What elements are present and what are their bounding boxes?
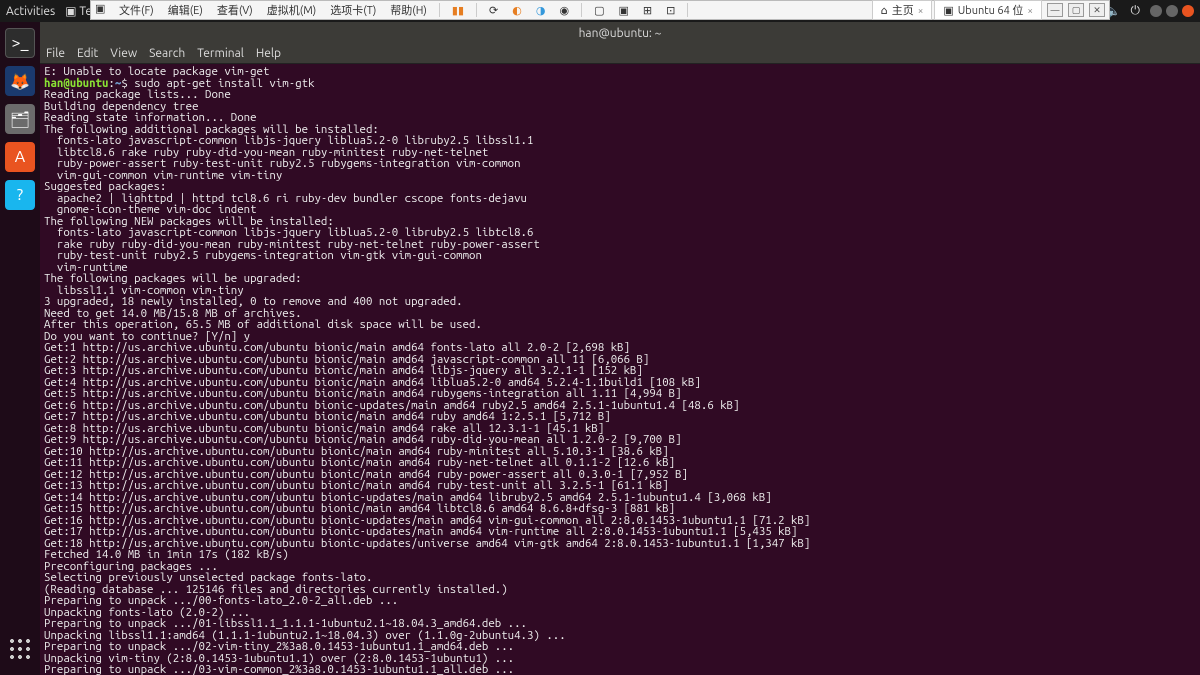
- dock-app-software[interactable]: A: [5, 142, 35, 172]
- vm-tab-label: 主页: [892, 2, 914, 18]
- vm-pause-icon[interactable]: ▮▮: [446, 4, 470, 17]
- vm-menu-view[interactable]: 查看(V): [211, 2, 259, 18]
- separator: [581, 3, 582, 17]
- vm-menu-file[interactable]: 文件(F): [113, 2, 160, 18]
- terminal-line: The following packages will be upgraded:: [44, 273, 1196, 285]
- terminal-line: Preparing to unpack .../01-libssl1.1_1.1…: [44, 618, 1196, 630]
- close-icon[interactable]: ×: [1027, 5, 1033, 16]
- dock-app-terminal[interactable]: >_: [5, 28, 35, 58]
- menu-search[interactable]: Search: [149, 47, 185, 60]
- terminal-line: ruby-power-assert ruby-test-unit ruby2.5…: [44, 158, 1196, 170]
- show-applications-button[interactable]: [8, 637, 32, 661]
- terminal-line: Suggested packages:: [44, 181, 1196, 193]
- terminal-line: Preparing to unpack .../03-vim-common_2%…: [44, 664, 1196, 675]
- terminal-window: han@ubuntu: ~ File Edit View Search Term…: [40, 22, 1200, 675]
- separator: [439, 3, 440, 17]
- close-icon[interactable]: ×: [918, 5, 924, 16]
- terminal-line: Reading state information... Done: [44, 112, 1196, 124]
- menu-file[interactable]: File: [46, 47, 65, 60]
- terminal-line: Get:5 http://us.archive.ubuntu.com/ubunt…: [44, 388, 1196, 400]
- vm-app-icon: ▣: [95, 2, 111, 18]
- terminal-line: Preparing to unpack .../00-fonts-lato_2.…: [44, 595, 1196, 607]
- terminal-line: Get:9 http://us.archive.ubuntu.com/ubunt…: [44, 434, 1196, 446]
- terminal-line: Get:15 http://us.archive.ubuntu.com/ubun…: [44, 503, 1196, 515]
- vm-maximize-button[interactable]: ▢: [1068, 3, 1084, 17]
- terminal-output[interactable]: E: Unable to locate package vim-gethan@u…: [40, 64, 1200, 675]
- terminal-line: Selecting previously unselected package …: [44, 572, 1196, 584]
- minimize-icon[interactable]: [1150, 5, 1162, 17]
- terminal-line: Get:13 http://us.archive.ubuntu.com/ubun…: [44, 480, 1196, 492]
- vm-tab-ubuntu[interactable]: ▣ Ubuntu 64 位 ×: [934, 0, 1042, 20]
- terminal-line: fonts-lato javascript-common libjs-jquer…: [44, 227, 1196, 239]
- menu-view[interactable]: View: [110, 47, 137, 60]
- vm-close-button[interactable]: ✕: [1089, 3, 1105, 17]
- dock-app-firefox[interactable]: 🦊: [5, 66, 35, 96]
- vm-menu-vm[interactable]: 虚拟机(M): [261, 2, 323, 18]
- vm-tool-icon[interactable]: ⟳: [483, 4, 504, 17]
- terminal-line: Get:7 http://us.archive.ubuntu.com/ubunt…: [44, 411, 1196, 423]
- separator: [687, 3, 688, 17]
- vm-menu-edit[interactable]: 编辑(E): [162, 2, 209, 18]
- terminal-line: gnome-icon-theme vim-doc indent: [44, 204, 1196, 216]
- power-icon[interactable]: ⏻: [1131, 4, 1141, 18]
- vm-tool-icon[interactable]: ▢: [588, 4, 610, 17]
- vm-tool-icon[interactable]: ▣: [612, 4, 634, 17]
- menu-help[interactable]: Help: [256, 47, 281, 60]
- vm-tool-icon[interactable]: ⊞: [637, 4, 658, 17]
- terminal-line: Preparing to unpack .../02-vim-tiny_2%3a…: [44, 641, 1196, 653]
- vm-tool-icon[interactable]: ⊡: [660, 4, 681, 17]
- terminal-line: After this operation, 65.5 MB of additio…: [44, 319, 1196, 331]
- terminal-line: Get:1 http://us.archive.ubuntu.com/ubunt…: [44, 342, 1196, 354]
- terminal-line: E: Unable to locate package vim-get: [44, 66, 1196, 78]
- vm-tab-home[interactable]: ⌂ 主页 ×: [872, 0, 933, 20]
- terminal-line: vim-gui-common vim-runtime vim-tiny: [44, 170, 1196, 182]
- terminal-menubar: File Edit View Search Terminal Help: [40, 44, 1200, 64]
- terminal-line: ruby-test-unit ruby2.5 rubygems-integrat…: [44, 250, 1196, 262]
- vm-tool-icon[interactable]: ◉: [553, 4, 575, 17]
- dock-app-help[interactable]: ?: [5, 180, 35, 210]
- vm-host-toolbar: ▣ 文件(F) 编辑(E) 查看(V) 虚拟机(M) 选项卡(T) 帮助(H) …: [90, 0, 1110, 20]
- vm-menu-help[interactable]: 帮助(H): [384, 2, 433, 18]
- menu-edit[interactable]: Edit: [77, 47, 98, 60]
- terminal-line: Reading package lists... Done: [44, 89, 1196, 101]
- vm-tool-icon[interactable]: ◑: [530, 4, 552, 17]
- vm-menu-tabs[interactable]: 选项卡(T): [324, 2, 382, 18]
- terminal-line: Fetched 14.0 MB in 1min 17s (182 kB/s): [44, 549, 1196, 561]
- window-title: han@ubuntu: ~: [579, 27, 662, 40]
- vm-minimize-button[interactable]: —: [1047, 3, 1063, 17]
- window-title-bar[interactable]: han@ubuntu: ~: [40, 22, 1200, 44]
- terminal-line: 3 upgraded, 18 newly installed, 0 to rem…: [44, 296, 1196, 308]
- vm-tool-icon[interactable]: ◐: [506, 4, 528, 17]
- menu-terminal[interactable]: Terminal: [197, 47, 244, 60]
- terminal-line: fonts-lato javascript-common libjs-jquer…: [44, 135, 1196, 147]
- terminal-line: Get:11 http://us.archive.ubuntu.com/ubun…: [44, 457, 1196, 469]
- vm-tab-label: Ubuntu 64 位: [958, 2, 1024, 18]
- maximize-icon[interactable]: [1166, 5, 1178, 17]
- dock-app-files[interactable]: 🗂: [5, 104, 35, 134]
- terminal-line: Get:3 http://us.archive.ubuntu.com/ubunt…: [44, 365, 1196, 377]
- terminal-line: Get:17 http://us.archive.ubuntu.com/ubun…: [44, 526, 1196, 538]
- activities-button[interactable]: Activities: [6, 5, 55, 18]
- vm-icon: ▣: [943, 4, 953, 17]
- home-icon: ⌂: [881, 4, 888, 17]
- close-icon[interactable]: [1182, 5, 1194, 17]
- separator: [476, 3, 477, 17]
- host-window-controls: [1150, 5, 1194, 17]
- launcher-dock: >_ 🦊 🗂 A ?: [0, 22, 40, 675]
